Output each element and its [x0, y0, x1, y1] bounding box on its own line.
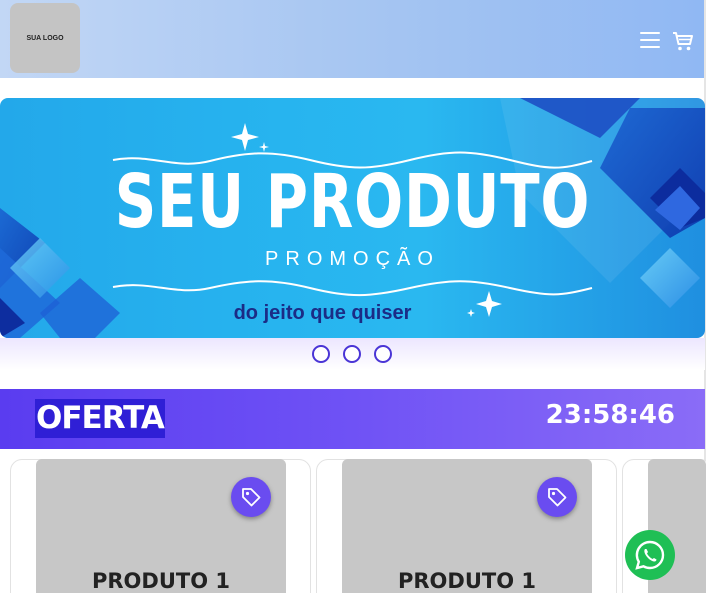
page: SUA LOGO SEU PRODUTO PROMOÇÃO do jeito q… [0, 0, 706, 593]
product-name: PRODUTO 1 [92, 569, 230, 593]
price-tag-icon[interactable] [231, 477, 271, 517]
shopping-cart-icon[interactable] [671, 30, 695, 52]
offer-title: OFERTA [35, 399, 165, 438]
offer-countdown: 23:58:46 [545, 400, 675, 430]
banner-title: SEU PRODUTO [114, 159, 591, 245]
banner-tagline: do jeito que quiser [233, 302, 412, 324]
site-header: SUA LOGO [0, 0, 704, 78]
carousel-dot-2[interactable] [343, 345, 361, 363]
banner-subtitle: PROMOÇÃO [265, 248, 440, 270]
product-name: PRODUTO 1 [398, 569, 536, 593]
carousel-dot-1[interactable] [312, 345, 330, 363]
carousel-dot-3[interactable] [374, 345, 392, 363]
whatsapp-icon[interactable] [625, 530, 675, 580]
hamburger-menu-icon[interactable] [640, 32, 660, 50]
logo[interactable]: SUA LOGO [10, 3, 80, 73]
price-tag-icon[interactable] [537, 477, 577, 517]
